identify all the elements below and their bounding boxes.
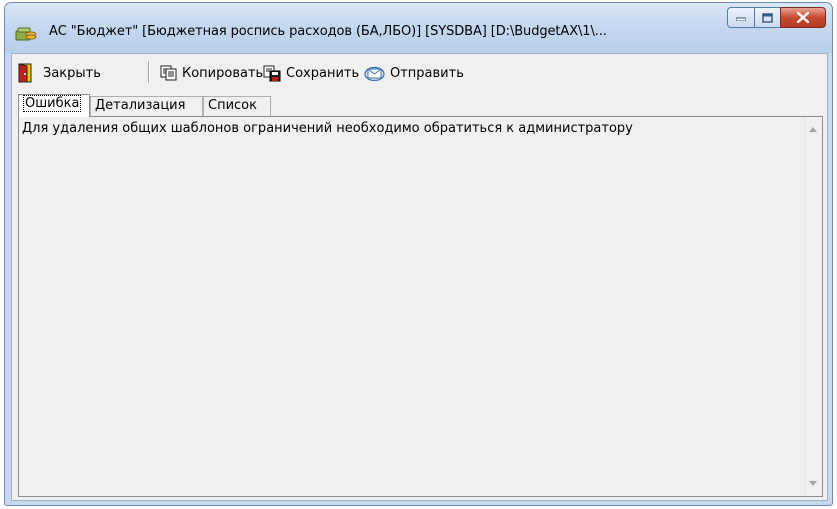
title-bar[interactable]: АС "Бюджет" [Бюджетная роспись расходов … [5,3,832,53]
maximize-icon [762,12,773,23]
copy-button[interactable]: Копировать [160,62,263,84]
save-button[interactable]: Сохранить [263,62,359,84]
toolbar-separator [148,61,150,83]
tab-list[interactable]: Список [203,96,271,116]
caption-buttons [727,7,826,29]
door-exit-icon [18,63,32,83]
minimize-button[interactable] [727,7,754,28]
close-window-button[interactable] [780,7,826,28]
tab-details-label: Детализация [95,98,186,113]
close-button[interactable]: Закрыть [18,62,101,84]
close-button-label: Закрыть [43,65,101,81]
tab-details[interactable]: Детализация [90,96,203,116]
close-icon [797,12,809,23]
error-message-panel[interactable]: Для удаления общих шаблонов ограничений … [18,116,823,497]
save-icon [263,65,281,81]
scroll-up-icon[interactable] [809,127,817,132]
minimize-icon [736,17,746,21]
envelope-icon [364,66,385,81]
scroll-down-icon[interactable] [809,481,817,486]
vertical-scrollbar[interactable] [804,117,822,496]
window-title: АС "Бюджет" [Бюджетная роспись расходов … [49,24,607,39]
send-button-label: Отправить [390,65,464,81]
tab-list-label: Список [208,98,257,113]
copy-icon [160,65,177,81]
save-button-label: Сохранить [286,65,360,81]
client-area: Закрыть Копировать Сохранить Отправить О… [11,53,828,501]
copy-button-label: Копировать [182,65,264,81]
error-dialog-window: АС "Бюджет" [Бюджетная роспись расходов … [4,2,833,506]
tab-error-label: Ошибка [23,95,82,112]
toolbar: Закрыть Копировать Сохранить Отправить [12,54,827,92]
budget-app-icon [15,23,37,41]
send-button[interactable]: Отправить [364,62,464,84]
maximize-button[interactable] [754,7,780,28]
error-message-text: Для удаления общих шаблонов ограничений … [22,121,633,136]
tab-error[interactable]: Ошибка [18,94,90,117]
